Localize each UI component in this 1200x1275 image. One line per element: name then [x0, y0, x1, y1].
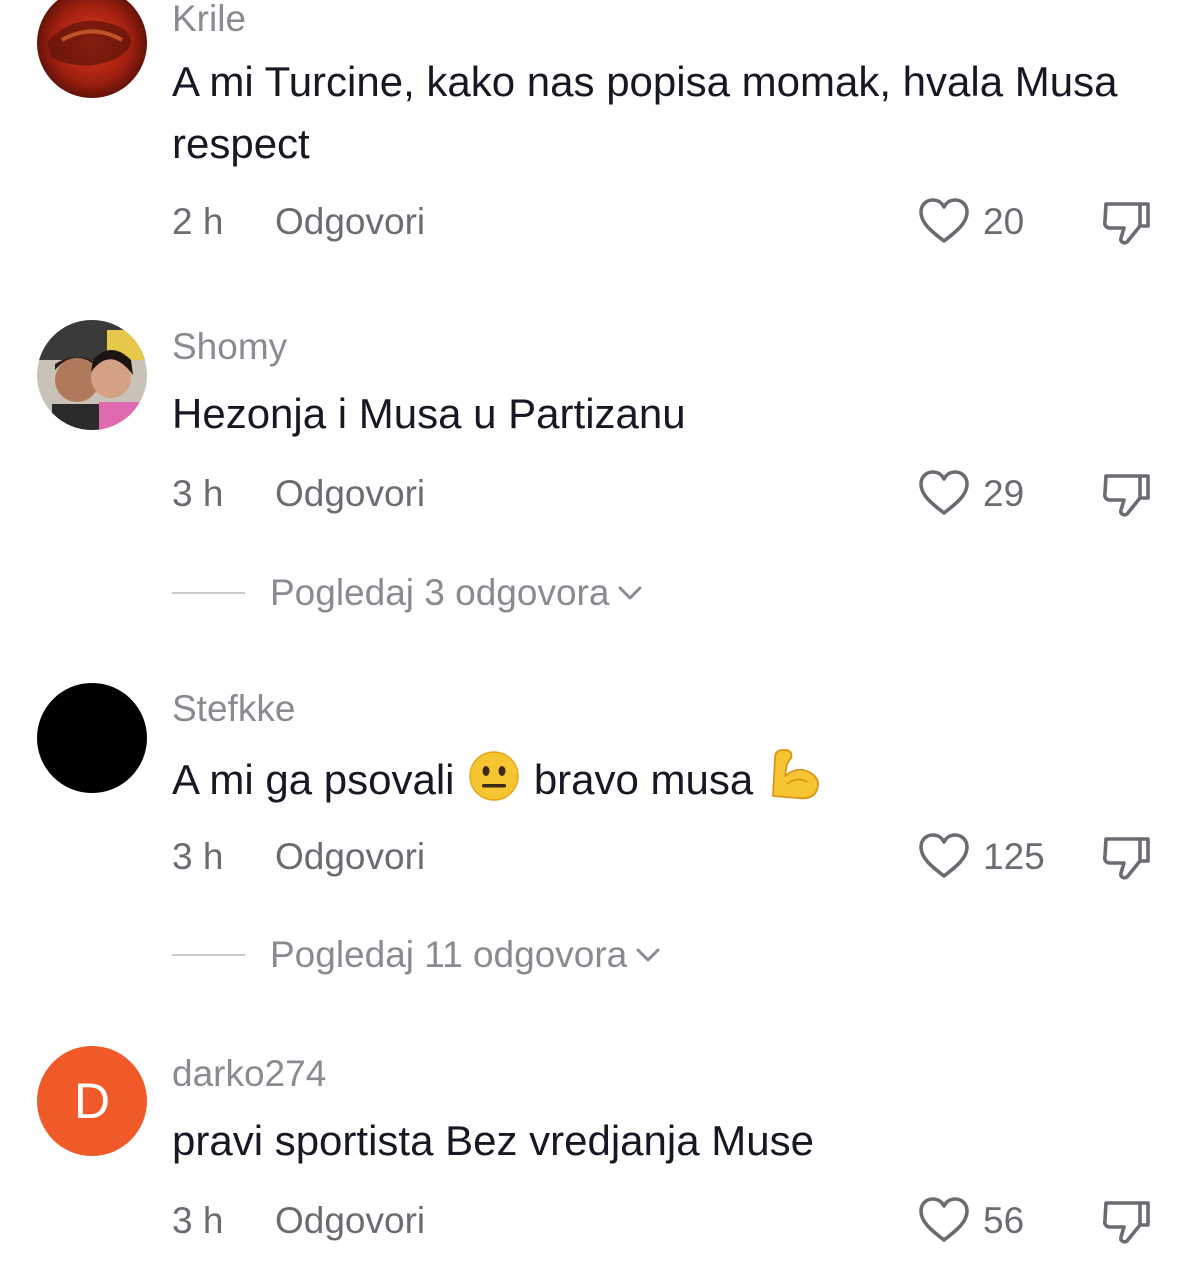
- comment-time: 3 h: [172, 836, 224, 877]
- comment-text: A mi Turcine, kako nas popisa momak, hva…: [172, 58, 1118, 167]
- divider: [172, 953, 245, 956]
- heart-icon[interactable]: [917, 196, 971, 246]
- heart-icon[interactable]: [917, 831, 971, 881]
- dislike-icon[interactable]: [1100, 831, 1154, 883]
- like-count: 56: [983, 1200, 1025, 1241]
- comment-text: Hezonja i Musa u Partizanu: [172, 390, 686, 437]
- avatar[interactable]: [37, 320, 147, 430]
- neutral-face-emoji: [469, 751, 519, 801]
- comment-username[interactable]: Krile: [172, 0, 246, 37]
- chevron-down-icon: [636, 948, 660, 961]
- view-replies-label: Pogledaj 11 odgovora: [270, 934, 628, 975]
- view-replies-button[interactable]: Pogledaj 3 odgovora: [172, 574, 643, 611]
- avatar-letter: D: [73, 1073, 111, 1129]
- reply-button[interactable]: Odgovori: [275, 475, 425, 512]
- comment-time: 3 h: [172, 473, 224, 514]
- comment-text-part: A mi ga psovali: [172, 756, 455, 803]
- reply-button[interactable]: Odgovori: [275, 1202, 425, 1239]
- avatar[interactable]: [37, 0, 147, 98]
- divider: [172, 591, 245, 594]
- comment-username[interactable]: darko274: [172, 1055, 326, 1092]
- comment-time: 3 h: [172, 1200, 224, 1241]
- heart-icon[interactable]: [917, 1195, 971, 1245]
- comment-text: pravi sportista Bez vredjanja Muse: [172, 1117, 814, 1164]
- view-replies-button[interactable]: Pogledaj 11 odgovora: [172, 936, 661, 973]
- comment-text: A mi ga psovali bravo musa: [172, 746, 1152, 811]
- like-count: 20: [983, 201, 1025, 242]
- reply-button[interactable]: Odgovori: [275, 203, 425, 240]
- view-replies-label: Pogledaj 3 odgovora: [270, 572, 610, 613]
- comment-username[interactable]: Shomy: [172, 328, 287, 365]
- flexed-biceps-emoji: [772, 749, 819, 800]
- dislike-icon[interactable]: [1100, 1195, 1154, 1247]
- dislike-icon[interactable]: [1100, 468, 1154, 520]
- heart-icon[interactable]: [917, 468, 971, 518]
- comment-time: 2 h: [172, 201, 224, 242]
- comment-text-part: bravo musa: [533, 756, 754, 803]
- comment-username[interactable]: Stefkke: [172, 690, 295, 727]
- like-count: 125: [983, 836, 1045, 877]
- dislike-icon[interactable]: [1100, 196, 1154, 248]
- reply-button[interactable]: Odgovori: [275, 838, 425, 875]
- avatar[interactable]: D: [37, 1046, 147, 1156]
- chevron-down-icon: [618, 586, 642, 599]
- like-count: 29: [983, 473, 1025, 514]
- avatar[interactable]: [37, 683, 147, 793]
